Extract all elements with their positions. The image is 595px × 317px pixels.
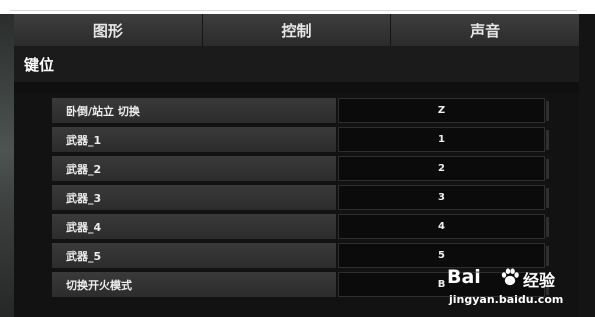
background-left (0, 14, 14, 317)
key-field[interactable]: 2 (338, 156, 549, 181)
action-label: 武器_1 (52, 127, 336, 152)
action-label: 武器_4 (52, 214, 336, 239)
section-divider (14, 82, 579, 94)
tab-graphics[interactable]: 图形 (14, 14, 203, 46)
keybinding-row: 卧倒/站立 切换 Z (52, 98, 549, 123)
action-label: 武器_2 (52, 156, 336, 181)
key-field[interactable]: 1 (338, 127, 549, 152)
key-field[interactable]: 4 (338, 214, 549, 239)
action-label: 切换开火模式 (52, 272, 336, 297)
key-field[interactable]: 5 (338, 243, 549, 268)
keybinding-row: 武器_3 3 (52, 185, 549, 210)
keybinding-row: 武器_1 1 (52, 127, 549, 152)
keybinding-row: 切换开火模式 B (52, 272, 549, 297)
section-title: 键位 (24, 55, 55, 74)
keybinding-row: 武器_5 5 (52, 243, 549, 268)
action-label: 卧倒/站立 切换 (52, 98, 336, 123)
page-top-strip (0, 0, 595, 14)
keybinding-list: 卧倒/站立 切换 Z 武器_1 1 武器_2 2 武器_3 3 武器_4 4 武… (14, 94, 579, 317)
divider (10, 10, 577, 11)
keybinding-row: 武器_2 2 (52, 156, 549, 181)
settings-tabs: 图形 控制 声音 (14, 14, 580, 46)
action-label: 武器_3 (52, 185, 336, 210)
keybinding-row: 武器_4 4 (52, 214, 549, 239)
key-field[interactable]: 3 (338, 185, 549, 210)
tab-controls[interactable]: 控制 (202, 14, 392, 46)
key-field[interactable]: Z (338, 98, 549, 123)
action-label: 武器_5 (52, 243, 336, 268)
section-header-keybindings: 键位 (14, 46, 579, 82)
tab-sound[interactable]: 声音 (391, 14, 580, 46)
key-field[interactable]: B (338, 272, 549, 297)
background-right (579, 14, 595, 317)
